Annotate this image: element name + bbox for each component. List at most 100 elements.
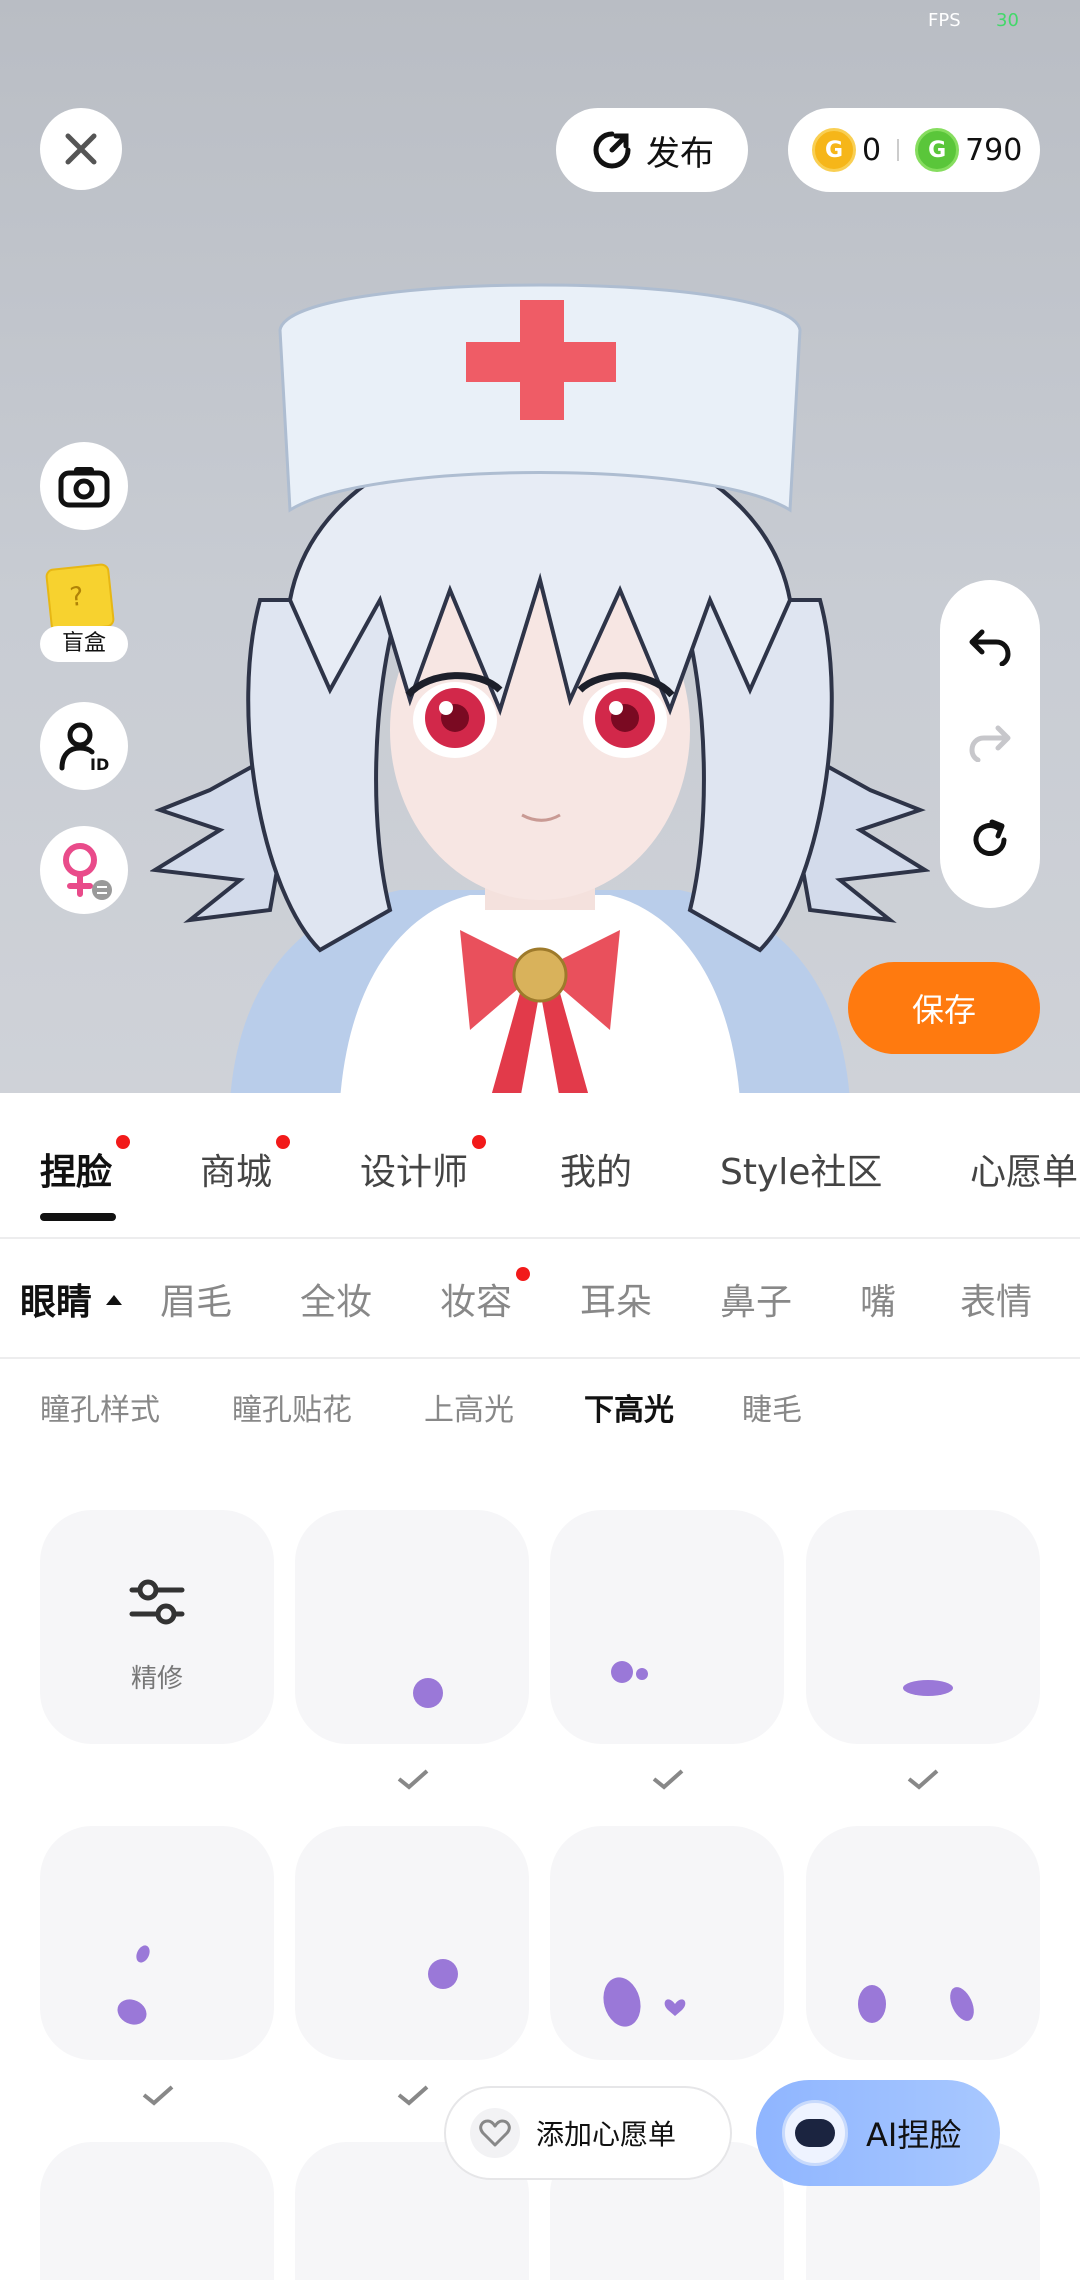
option-tab-eyelashes[interactable]: 睫毛 [742,1385,802,1429]
currency-display[interactable]: G 0 G 790 [788,108,1040,192]
caret-up-icon [106,1295,123,1305]
feature-tab-label: 妆容 [440,1282,513,1323]
highlight-option[interactable] [550,1826,784,2060]
blind-box-button[interactable]: 盲盒 [40,562,128,670]
highlight-option[interactable] [806,1826,1040,2060]
check-icon [397,1769,429,1790]
sliders-icon [129,1579,185,1625]
tab-wishlist-label: 心愿单 [970,1152,1079,1193]
tab-mine-label: 我的 [560,1152,633,1193]
tab-designer-label: 设计师 [360,1152,469,1193]
feature-tab-eyes-label: 眼睛 [20,1282,93,1323]
highlight-preview [428,1959,458,1989]
avatar-id-button[interactable]: ID [40,702,128,790]
feature-tab-label: 全妆 [300,1282,373,1323]
tab-mine[interactable]: 我的 [560,1143,632,1195]
publish-icon [593,131,631,169]
tab-store[interactable]: 商城 [200,1135,291,1195]
undo-icon[interactable] [968,626,1012,666]
user-id-icon: ID [59,722,109,772]
tab-wishlist[interactable]: 心愿单 [970,1143,1078,1195]
feature-tab-mouth[interactable]: 嘴 [860,1273,896,1325]
tab-face-edit-label: 捏脸 [40,1152,113,1193]
tab-designer[interactable]: 设计师 [360,1135,487,1195]
feature-tab-label: 鼻子 [720,1282,793,1323]
fps-label: FPS [928,10,961,31]
feature-tab-makeup[interactable]: 妆容 [440,1267,531,1325]
highlight-preview [413,1678,443,1708]
ai-face-label: AI捏脸 [866,2116,962,2154]
fps-value: 30 [996,10,1019,31]
option-tab-pupil-decal[interactable]: 瞳孔贴花 [232,1385,352,1429]
notification-dot [116,1135,131,1149]
highlight-preview [117,1945,150,2025]
heart-icon [470,2108,520,2158]
camera-button[interactable] [40,442,128,530]
avatar-character [150,283,930,1093]
option-tab-pupil-style[interactable]: 瞳孔样式 [40,1385,160,1429]
notification-dot [472,1135,487,1149]
tab-face-edit[interactable]: 捏脸 [40,1135,131,1195]
highlight-preview [903,1680,953,1696]
green-coin-count: 790 [965,132,1023,168]
add-to-wishlist-label: 添加心愿单 [536,2118,677,2151]
feature-tab-full-makeup[interactable]: 全妆 [300,1273,372,1325]
check-icon [142,2085,174,2106]
ai-face-button[interactable]: AI捏脸 [756,2080,1000,2186]
feature-tab-expression[interactable]: 表情 [960,1273,1032,1325]
main-tab-bar: 捏脸 商城 设计师 我的 Style社区 心愿单 [0,1093,1080,1237]
tab-style-community[interactable]: Style社区 [720,1143,882,1195]
check-icon [652,1769,684,1790]
robot-icon [782,2100,848,2166]
highlight-option[interactable] [295,1510,529,1744]
blind-box-label: 盲盒 [40,626,128,662]
tab-store-label: 商城 [200,1152,273,1193]
eye-option-tab-bar: 瞳孔样式 瞳孔贴花 上高光 下高光 睫毛 [0,1357,1080,1457]
feature-tab-label: 眉毛 [160,1282,233,1323]
feature-tab-eyebrows[interactable]: 眉毛 [160,1273,232,1325]
green-coin-icon: G [915,128,960,172]
highlight-preview [603,1977,686,2027]
close-icon [65,133,97,165]
gold-coin-count: 0 [862,132,882,168]
gender-switch-button[interactable] [40,826,128,914]
close-button[interactable] [40,108,122,190]
feature-tab-label: 表情 [960,1282,1033,1323]
refine-label: 精修 [130,1664,183,1694]
feature-tab-label: 耳朵 [580,1282,653,1323]
currency-separator [897,139,900,161]
female-gender-icon [63,843,112,900]
publish-button[interactable]: 发布 [556,108,748,192]
svg-text:ID: ID [90,755,109,772]
blind-box-icon [44,562,116,634]
refine-button[interactable]: 精修 [40,1510,274,1744]
avatar-viewport[interactable]: FPS 30 发布 G 0 G 790 ? 盲盒 ID 保存 [0,0,1080,1093]
feature-tab-nose[interactable]: 鼻子 [720,1273,792,1325]
option-tab-upper-highlight[interactable]: 上高光 [424,1385,514,1429]
feature-tab-bar: 眼睛 眉毛 全妆 妆容 耳朵 鼻子 嘴 表情 [0,1237,1080,1357]
save-button[interactable]: 保存 [848,962,1040,1054]
notification-dot [276,1135,291,1149]
highlight-option[interactable] [40,2142,274,2280]
highlight-option[interactable] [40,1826,274,2060]
highlight-option[interactable] [806,1510,1040,1744]
active-tab-indicator [40,1213,116,1221]
feature-tab-ears[interactable]: 耳朵 [580,1273,652,1325]
check-icon [907,1769,939,1790]
highlight-preview [858,1985,974,2023]
publish-label: 发布 [646,133,714,174]
history-controls [940,580,1040,908]
redo-icon[interactable] [968,722,1012,762]
camera-icon [58,467,110,508]
gold-coin-icon: G [812,128,856,172]
tab-style-community-label: Style社区 [720,1152,883,1193]
feature-tab-label: 嘴 [860,1282,897,1323]
feature-tab-eyes[interactable]: 眼睛 [20,1273,123,1325]
highlight-option[interactable] [550,1510,784,1744]
highlight-option[interactable] [295,1826,529,2060]
option-tab-lower-highlight[interactable]: 下高光 [584,1385,674,1429]
check-icon [397,2085,429,2106]
reset-icon[interactable] [968,818,1012,862]
add-to-wishlist-button[interactable]: 添加心愿单 [444,2086,732,2180]
notification-dot [516,1267,531,1281]
